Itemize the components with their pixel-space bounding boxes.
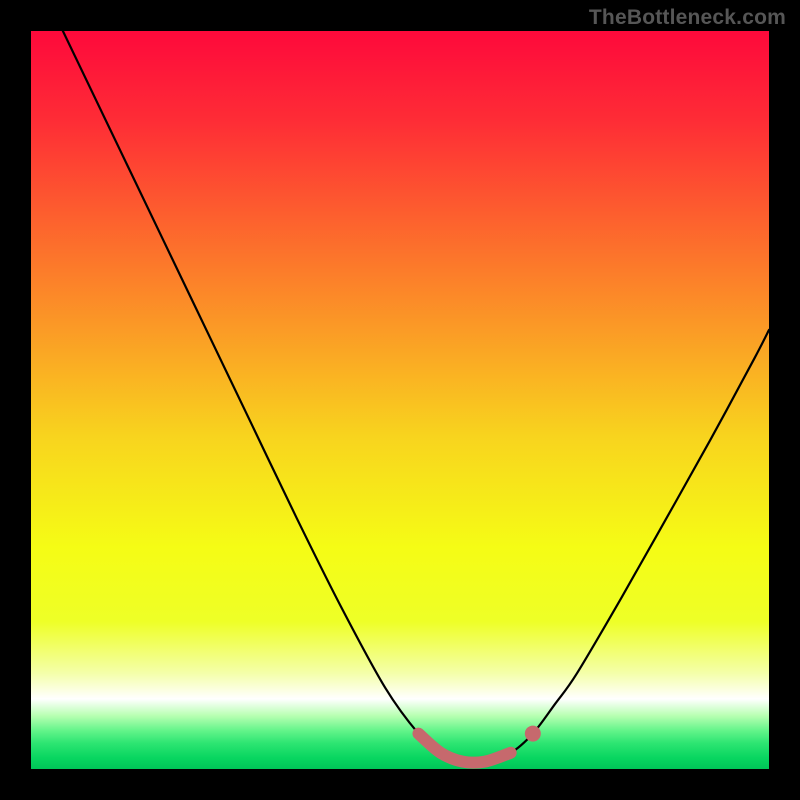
plot-area [31, 31, 769, 769]
chart-stage: TheBottleneck.com [0, 0, 800, 800]
bottleneck-curve [31, 31, 769, 763]
watermark-text: TheBottleneck.com [589, 6, 786, 30]
highlight-region [418, 734, 510, 763]
highlight-dot [525, 726, 541, 742]
curve-layer [31, 31, 769, 769]
